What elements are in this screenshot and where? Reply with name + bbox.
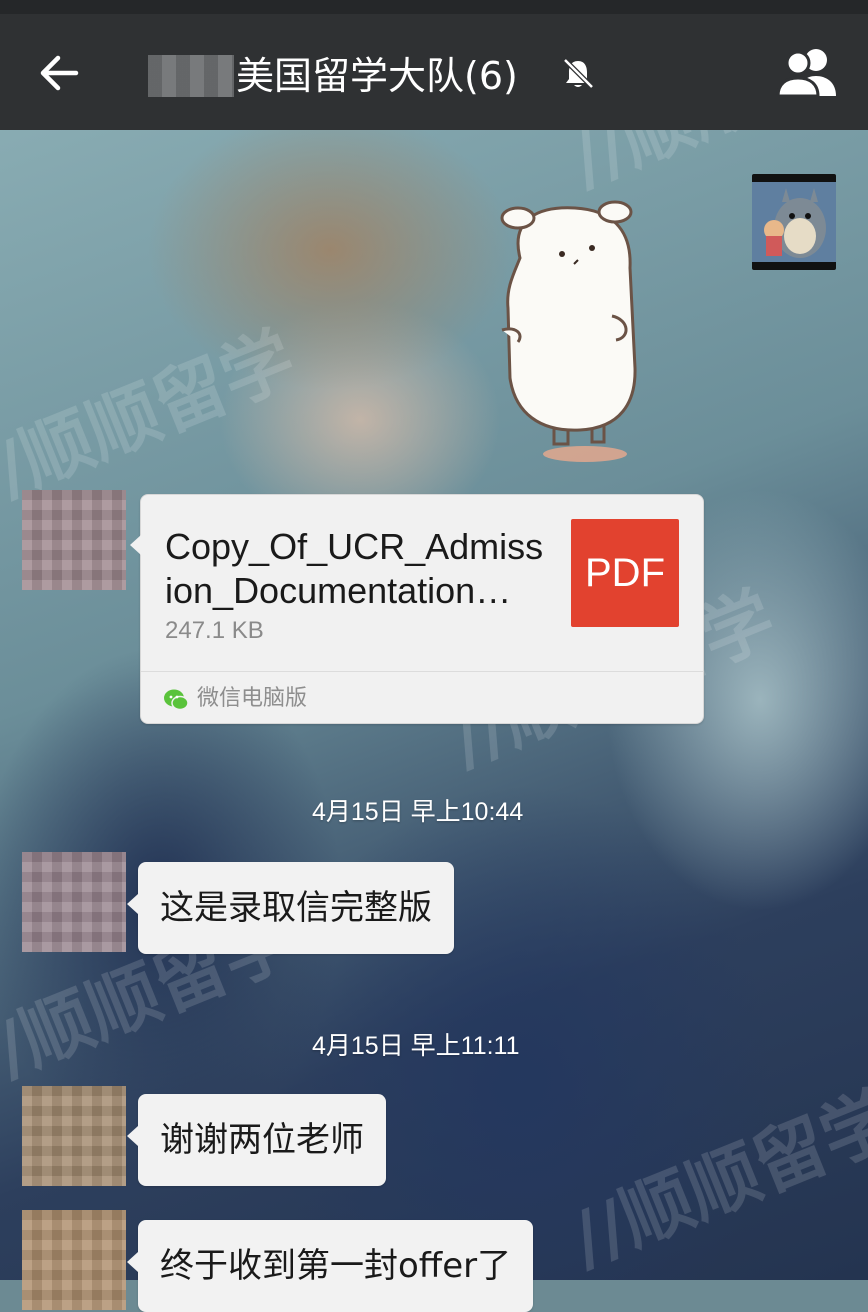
wechat-icon bbox=[164, 689, 189, 711]
status-bar bbox=[0, 0, 868, 14]
file-message-card[interactable]: Copy_Of_UCR_Admission_Documentation… 247… bbox=[130, 494, 704, 724]
message-timestamp: 4月15日 早上10:44 bbox=[312, 798, 524, 826]
file-size: 247.1 KB bbox=[165, 617, 264, 644]
divider bbox=[141, 671, 703, 672]
self-avatar[interactable] bbox=[752, 174, 836, 270]
avatar[interactable] bbox=[22, 490, 126, 590]
file-source-label: 微信电脑版 bbox=[197, 686, 308, 711]
avatar[interactable] bbox=[22, 1086, 126, 1186]
arrow-left-icon[interactable] bbox=[36, 50, 82, 96]
pdf-file-icon: PDF bbox=[571, 519, 679, 627]
hamster-sticker bbox=[500, 200, 637, 462]
message-timestamp: 4月15日 早上11:11 bbox=[312, 1032, 520, 1060]
avatar[interactable] bbox=[22, 1210, 126, 1310]
totoro-avatar-image bbox=[752, 182, 836, 262]
message-bubble[interactable]: 谢谢两位老师 bbox=[127, 1094, 386, 1186]
group-members-icon[interactable] bbox=[776, 46, 842, 98]
message-bubble[interactable]: 终于收到第一封offer了 bbox=[126, 1220, 534, 1312]
message-bubble[interactable]: 这是录取信完整版 bbox=[127, 862, 454, 954]
avatar[interactable] bbox=[22, 852, 126, 952]
chat-header: 美国留学大队(6) bbox=[0, 0, 868, 130]
blurred-name bbox=[148, 55, 234, 97]
bell-off-icon bbox=[563, 58, 594, 89]
chat-title: 美国留学大队(6) bbox=[236, 54, 518, 98]
file-name: Copy_Of_UCR_Admission_Documentation… bbox=[165, 526, 544, 611]
